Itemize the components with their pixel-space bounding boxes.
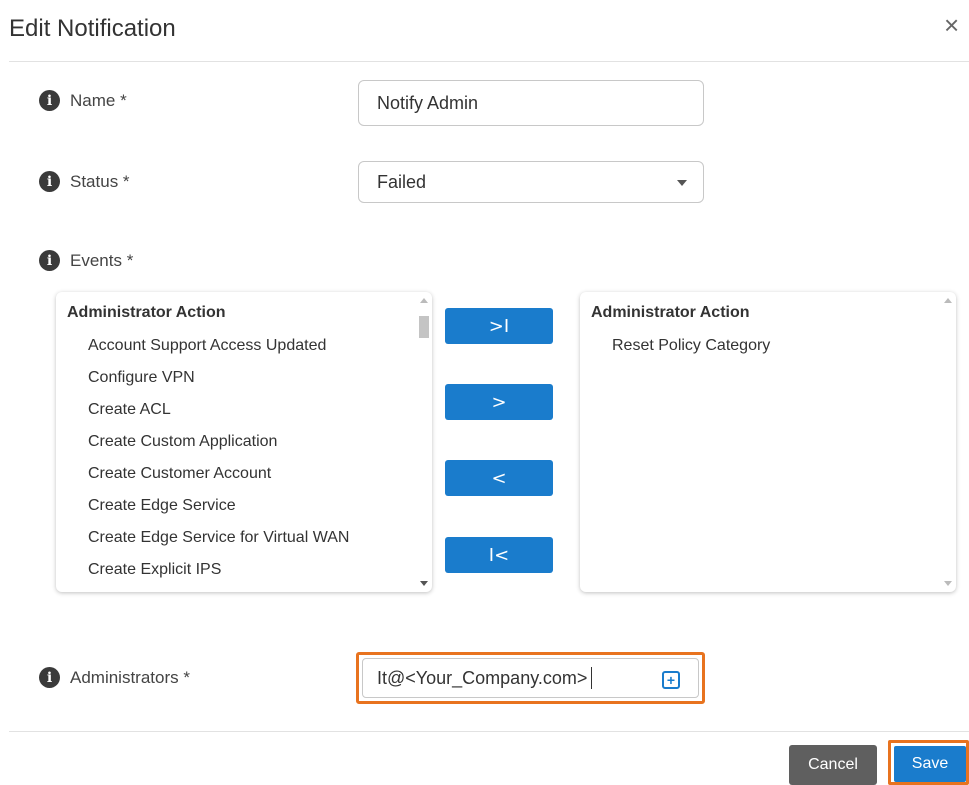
list-item[interactable]: Create Edge Service — [88, 497, 236, 515]
administrators-value: It@<Your_Company.com> — [377, 667, 588, 688]
footer-divider — [9, 731, 969, 732]
administrators-input[interactable]: It@<Your_Company.com> + — [362, 658, 699, 698]
status-select[interactable]: Failed — [358, 161, 704, 203]
add-icon[interactable]: + — [662, 671, 680, 689]
header-divider — [9, 61, 969, 62]
cancel-button[interactable]: Cancel — [789, 745, 877, 785]
name-label: Name * — [70, 90, 127, 110]
scroll-down-icon[interactable] — [420, 581, 428, 586]
scroll-up-icon[interactable] — [420, 298, 428, 303]
list-item[interactable]: Create Custom Application — [88, 433, 277, 451]
list-item[interactable]: Configure VPN — [88, 369, 195, 387]
info-icon: i — [39, 667, 60, 688]
close-icon[interactable]: × — [944, 12, 966, 38]
events-label-row: i Events * — [39, 250, 133, 271]
list-item[interactable]: Account Support Access Updated — [88, 337, 326, 355]
save-button[interactable]: Save — [894, 746, 966, 782]
scroll-up-icon[interactable] — [944, 298, 952, 303]
save-highlight: Save — [888, 740, 969, 785]
status-label: Status * — [70, 171, 130, 191]
available-events-list[interactable]: Administrator Action Account Support Acc… — [56, 292, 432, 592]
list-item[interactable]: Create Edge Service for Virtual WAN — [88, 529, 349, 547]
move-left-button[interactable]: < — [445, 460, 553, 496]
chevron-down-icon — [677, 180, 687, 186]
move-right-button[interactable]: > — [445, 384, 553, 420]
administrators-label: Administrators * — [70, 667, 190, 687]
list-item[interactable]: Reset Policy Category — [612, 337, 770, 355]
selected-events-list[interactable]: Administrator Action Reset Policy Catego… — [580, 292, 956, 592]
events-label: Events * — [70, 250, 134, 270]
info-icon: i — [39, 250, 60, 271]
info-icon: i — [39, 90, 60, 111]
available-group-header: Administrator Action — [67, 304, 226, 321]
move-all-right-button[interactable]: >I — [445, 308, 553, 344]
scrollbar[interactable] — [416, 292, 432, 592]
status-label-row: i Status * — [39, 171, 130, 192]
move-all-left-button[interactable]: I< — [445, 537, 553, 573]
text-cursor — [591, 667, 593, 689]
info-icon: i — [39, 171, 60, 192]
administrators-label-row: i Administrators * — [39, 667, 190, 688]
scroll-thumb[interactable] — [419, 316, 429, 338]
dialog-title: Edit Notification — [9, 15, 176, 42]
name-label-row: i Name * — [39, 90, 127, 111]
name-input[interactable]: Notify Admin — [358, 80, 704, 126]
list-item[interactable]: Create ACL — [88, 401, 171, 419]
list-item[interactable]: Create Explicit IPS — [88, 561, 221, 579]
list-item[interactable]: Create Customer Account — [88, 465, 271, 483]
scrollbar[interactable] — [940, 292, 956, 592]
administrators-highlight: It@<Your_Company.com> + — [356, 652, 705, 704]
status-value: Failed — [377, 171, 427, 192]
selected-group-header: Administrator Action — [591, 304, 750, 321]
scroll-down-icon[interactable] — [944, 581, 952, 586]
